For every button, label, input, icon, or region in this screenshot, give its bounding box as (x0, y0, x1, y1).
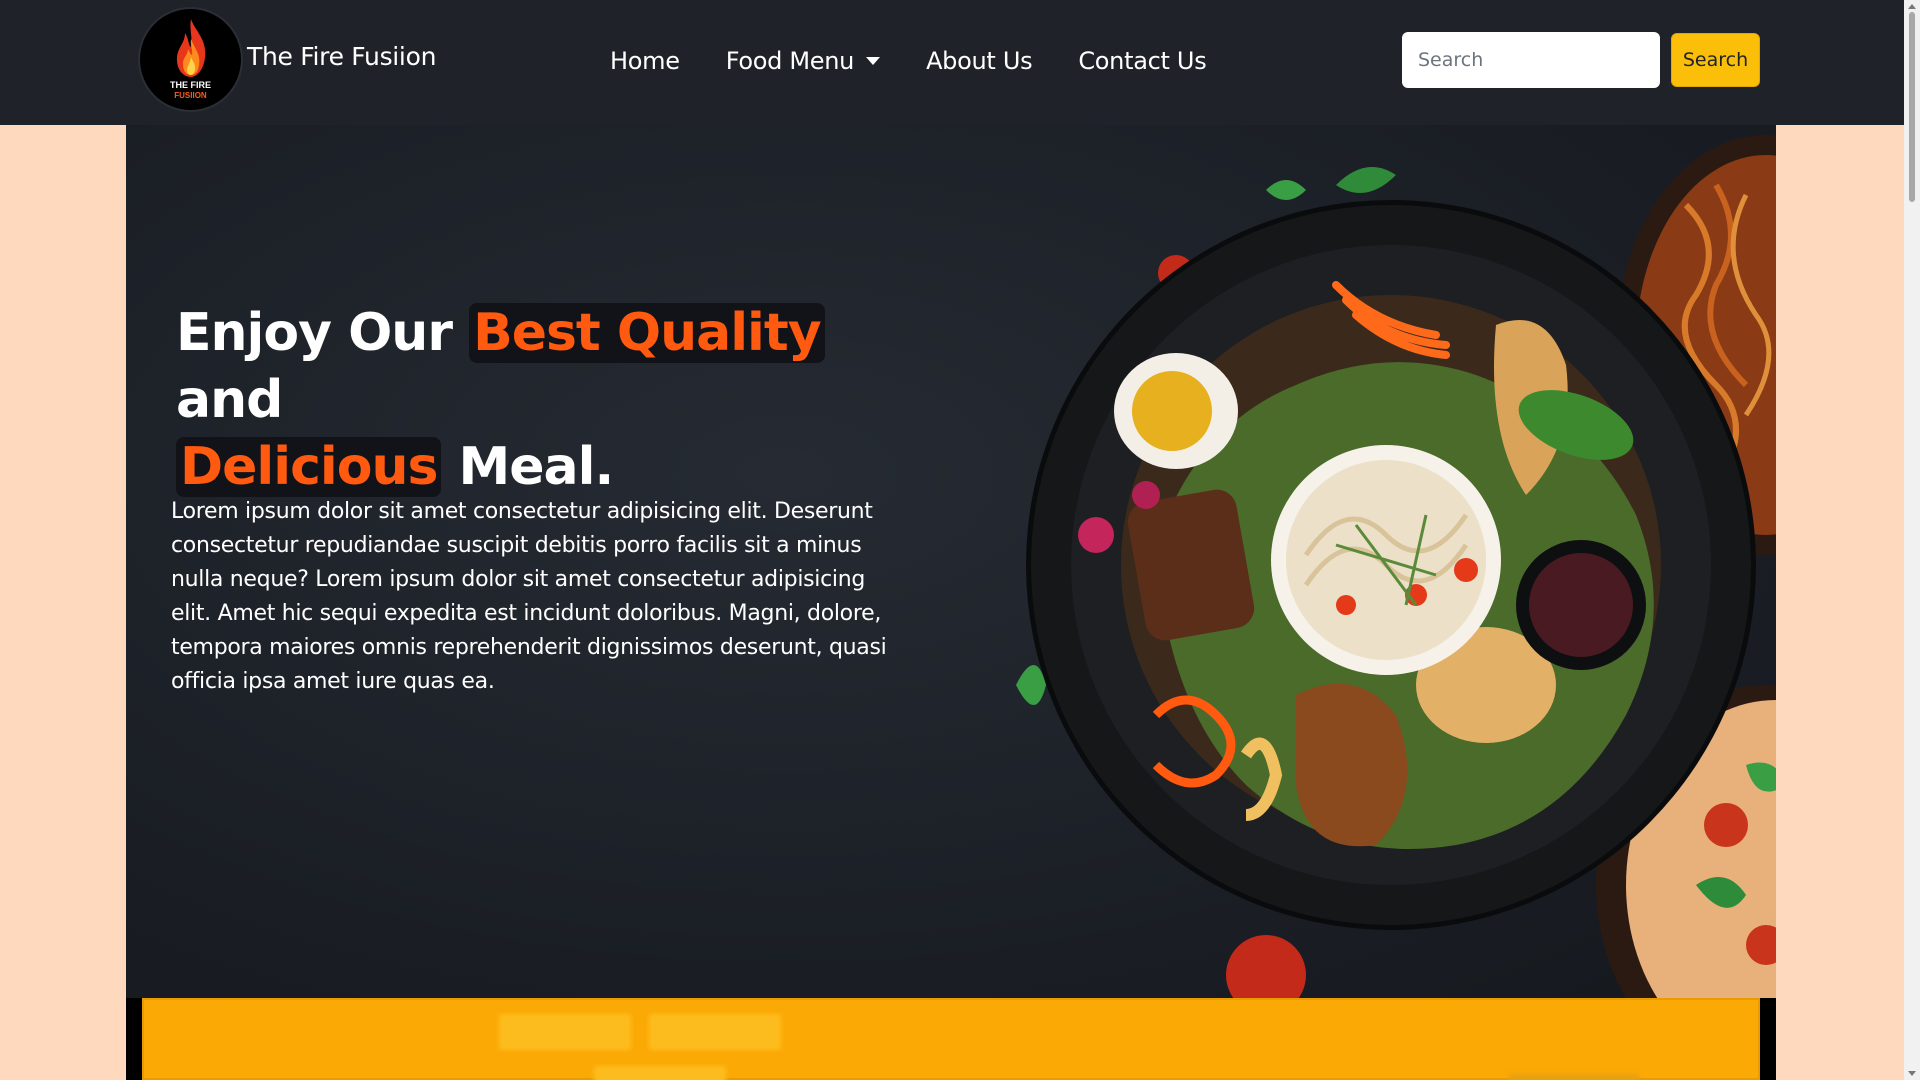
nav-home-link[interactable]: Home (610, 47, 680, 75)
search-input[interactable] (1402, 32, 1660, 88)
caret-down-icon (866, 57, 881, 65)
nav-about-link[interactable]: About Us (926, 47, 1033, 75)
logo[interactable]: THE FIRE FUSIION (140, 9, 241, 110)
logo-text: THE FIRE (169, 80, 211, 90)
blurred-content (649, 1014, 781, 1050)
heading-highlight: Delicious (176, 437, 442, 497)
blurred-content (594, 1066, 726, 1080)
nav-contact-label: Contact Us (1078, 47, 1207, 75)
nav-home-label: Home (610, 47, 680, 75)
heading-text: Meal. (441, 437, 615, 497)
nav-food-menu-label: Food Menu (725, 47, 855, 75)
blurred-content (499, 1014, 631, 1050)
scroll-down-arrow-icon[interactable] (1908, 1071, 1916, 1076)
heading-text: and (176, 370, 283, 430)
heading-highlight: Best Quality (469, 303, 825, 363)
nav-about-label: About Us (926, 47, 1033, 75)
yellow-section (142, 998, 1760, 1080)
search-button[interactable]: Search (1671, 33, 1760, 87)
flame-icon (176, 19, 206, 77)
nav-contact-link[interactable]: Contact Us (1078, 47, 1206, 75)
logo-subtext: FUSIION (174, 91, 207, 100)
navbar: THE FIRE FUSIION The Fire Fusiion Home F… (0, 0, 1904, 125)
hero-paragraph: Lorem ipsum dolor sit amet consectetur a… (171, 499, 887, 694)
nav-links: Home Food Menu About Us Contact Us (610, 47, 1252, 75)
nav-food-menu-dropdown[interactable]: Food Menu (725, 47, 881, 75)
heading-text: Enjoy Our (176, 303, 470, 363)
food-plate-image (1016, 135, 1776, 998)
blurred-content (1509, 1074, 1639, 1080)
hero-section: Enjoy Our Best Quality and Delicious Mea… (126, 125, 1776, 998)
scrollbar-thumb[interactable] (1909, 12, 1915, 202)
scroll-up-arrow-icon[interactable] (1908, 4, 1916, 9)
brand-name[interactable]: The Fire Fusiion (247, 42, 436, 71)
page-scrollbar[interactable] (1904, 0, 1920, 1080)
hero-heading: Enjoy Our Best Quality and Delicious Mea… (176, 300, 896, 501)
